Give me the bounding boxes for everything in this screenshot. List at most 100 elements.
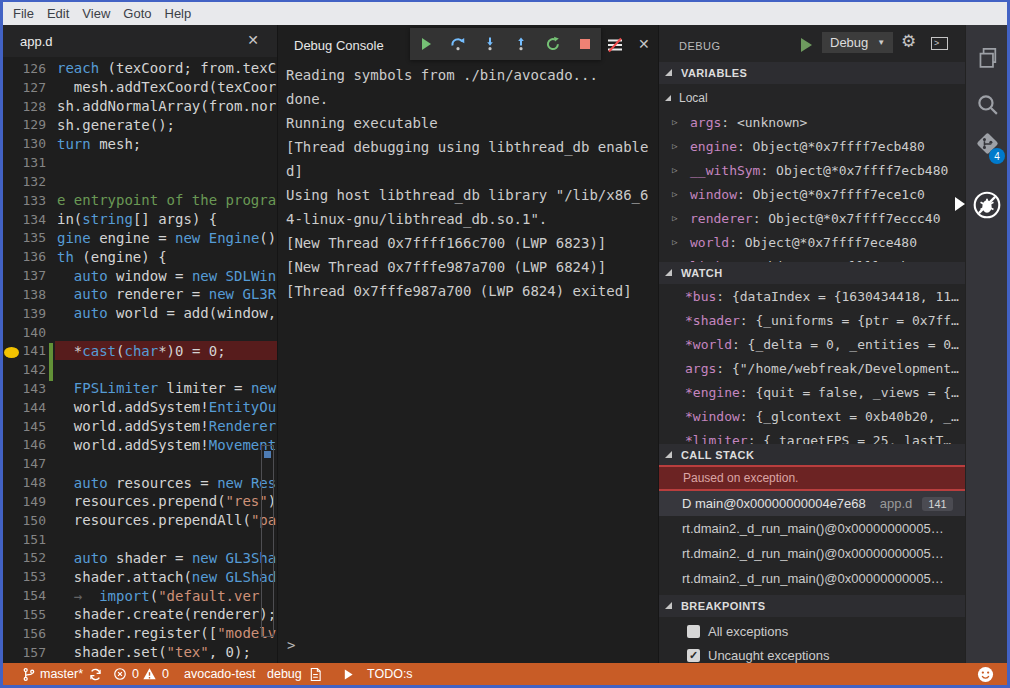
code-line[interactable]: 140 — [3, 323, 277, 342]
close-console-icon[interactable]: ✕ — [638, 36, 650, 52]
stack-frame[interactable]: D main@0x00000000004e7e68app.d141 — [659, 491, 965, 516]
errors-item[interactable]: 0 — [113, 663, 139, 685]
checkbox[interactable]: ✓ — [687, 649, 700, 662]
code-line[interactable]: 135gine engine = new Engine() — [3, 228, 277, 247]
menu-edit[interactable]: Edit — [47, 6, 69, 21]
code-line[interactable]: 126reach (texCoord; from.texC — [3, 59, 277, 78]
checkbox[interactable] — [687, 625, 700, 638]
line-number[interactable]: 148 — [3, 475, 46, 490]
line-number[interactable]: 143 — [3, 381, 46, 396]
line-number[interactable]: 149 — [3, 494, 46, 509]
line-number[interactable]: 134 — [3, 212, 46, 227]
section-variables[interactable]: VARIABLES — [659, 62, 965, 84]
code-line[interactable]: 157 shader.set("tex", 0); — [3, 643, 277, 662]
variable-row[interactable]: ▷engine: Object@*0x7ffff7ecb480 — [659, 134, 965, 158]
code-line[interactable]: 154 → import("default.ver — [3, 586, 277, 605]
stack-frame[interactable]: rt.dmain2._d_run_main()@0x00000000005… — [659, 516, 965, 541]
line-number[interactable]: 155 — [3, 607, 46, 622]
scope-local[interactable]: Local — [659, 86, 965, 110]
todo-item[interactable]: TODO:s — [367, 663, 413, 685]
line-number[interactable]: 142 — [3, 362, 46, 377]
variable-row[interactable]: ▷args: <unknown> — [659, 110, 965, 134]
line-number[interactable]: 127 — [3, 80, 46, 95]
debug-mode-item[interactable]: debug — [267, 663, 302, 685]
variable-row[interactable]: ▷window: Object@*0x7ffff7ece1c0 — [659, 182, 965, 206]
code-line[interactable]: 149 resources.prepend("res") — [3, 492, 277, 511]
code-line[interactable]: 147 — [3, 454, 277, 473]
variable-row[interactable]: *limiter: { targetFPS = 25, lastT… — [659, 428, 965, 444]
line-number[interactable]: 138 — [3, 287, 46, 302]
expand-icon[interactable]: ▷ — [671, 117, 690, 127]
variable-row[interactable]: *world: {_delta = 0, _entities = 0… — [659, 332, 965, 356]
debug-console-toggle-icon[interactable]: > — [931, 37, 948, 50]
code-line[interactable]: 130turn mesh; — [3, 134, 277, 153]
stop-button[interactable] — [576, 35, 594, 53]
line-number[interactable]: 153 — [3, 569, 46, 584]
code-line[interactable]: 132 — [3, 172, 277, 191]
variable-row[interactable]: ▷__withSym: Object@*0x7ffff7ecb480 — [659, 158, 965, 182]
code-line[interactable]: 136th (engine) { — [3, 247, 277, 266]
breakpoint-row[interactable]: All exceptions — [659, 619, 965, 643]
debug-icon[interactable] — [966, 190, 1007, 220]
variable-row[interactable]: ▷limiter: Object@*0x7ffff7ecb4a0 — [659, 254, 965, 262]
line-number[interactable]: 139 — [3, 306, 46, 321]
line-number[interactable]: 154 — [3, 588, 46, 603]
editor-scrollbar[interactable] — [261, 445, 274, 637]
debug-config-dropdown[interactable]: Debug▼ — [822, 32, 893, 53]
menu-goto[interactable]: Goto — [123, 6, 151, 21]
line-number[interactable]: 126 — [3, 61, 46, 76]
console-input-prompt[interactable]: > — [287, 637, 295, 653]
code-line[interactable]: 155 shader.create(renderer); — [3, 605, 277, 624]
code-line[interactable]: 138 auto renderer = new GL3R — [3, 285, 277, 304]
code-line[interactable]: 137 auto window = new SDLWin — [3, 266, 277, 285]
sync-button[interactable] — [88, 663, 103, 685]
stack-frame[interactable]: rt.dmain2._d_run_main()@0x00000000005… — [659, 541, 965, 566]
variable-row[interactable]: args: {"/home/webfreak/Development… — [659, 356, 965, 380]
variable-row[interactable]: ▷renderer: Object@*0x7ffff7eccc40 — [659, 206, 965, 230]
line-number[interactable]: 150 — [3, 513, 46, 528]
line-number[interactable]: 131 — [3, 155, 46, 170]
code-area[interactable]: 126reach (texCoord; from.texC127 mesh.ad… — [3, 59, 277, 663]
continue-button[interactable] — [417, 35, 435, 53]
menu-help[interactable]: Help — [165, 6, 192, 21]
code-line[interactable]: 127 mesh.addTexCoord(texCoor — [3, 78, 277, 97]
variable-row[interactable]: *bus: {dataIndex = {1630434418, 11… — [659, 284, 965, 308]
code-line[interactable]: 143 FPSLimiter limiter = new — [3, 379, 277, 398]
code-line[interactable]: 151 — [3, 530, 277, 549]
code-line[interactable]: 150 resources.prependAll("pa — [3, 511, 277, 530]
step-over-button[interactable] — [449, 35, 467, 53]
code-line[interactable]: 148 auto resources = new Res — [3, 473, 277, 492]
code-line[interactable]: 144 world.addSystem!EntityOu — [3, 398, 277, 417]
code-line[interactable]: 129sh.generate(); — [3, 115, 277, 134]
line-number[interactable]: 145 — [3, 419, 46, 434]
restart-button[interactable] — [544, 35, 562, 53]
line-number[interactable]: 151 — [3, 532, 46, 547]
line-number[interactable]: 152 — [3, 550, 46, 565]
code-line[interactable]: 134in(string[] args) { — [3, 210, 277, 229]
run-task-icon[interactable] — [343, 663, 354, 685]
tab-close-icon[interactable]: ✕ — [247, 32, 259, 48]
step-into-button[interactable] — [481, 35, 499, 53]
code-line[interactable]: 152 auto shader = new GL3Sha — [3, 549, 277, 568]
line-number[interactable]: 156 — [3, 626, 46, 641]
line-number[interactable]: 144 — [3, 400, 46, 415]
code-line[interactable]: 142 — [3, 360, 277, 379]
tab-title[interactable]: app.d — [20, 34, 53, 49]
stack-frame[interactable]: rt.dmain2._d_run_main()@0x00000000005… — [659, 566, 965, 591]
line-number[interactable]: 129 — [3, 117, 46, 132]
code-line[interactable]: 153 shader.attach(new GLShad — [3, 567, 277, 586]
search-icon[interactable] — [966, 92, 1007, 117]
section-call-stack[interactable]: CALL STACK — [659, 444, 965, 466]
section-watch[interactable]: WATCH — [659, 262, 965, 284]
line-number[interactable]: 140 — [3, 325, 46, 340]
configure-gear-icon[interactable]: ⚙ — [901, 31, 916, 52]
line-number[interactable]: 137 — [3, 268, 46, 283]
line-number[interactable]: 136 — [3, 249, 46, 264]
expand-icon[interactable]: ▷ — [671, 141, 690, 151]
project-item[interactable]: avocado-test — [184, 663, 256, 685]
warnings-item[interactable]: 0 — [142, 663, 169, 685]
clear-console-icon[interactable] — [605, 35, 625, 55]
menu-view[interactable]: View — [82, 6, 110, 21]
section-breakpoints[interactable]: BREAKPOINTS — [659, 595, 965, 617]
step-out-button[interactable] — [512, 35, 530, 53]
